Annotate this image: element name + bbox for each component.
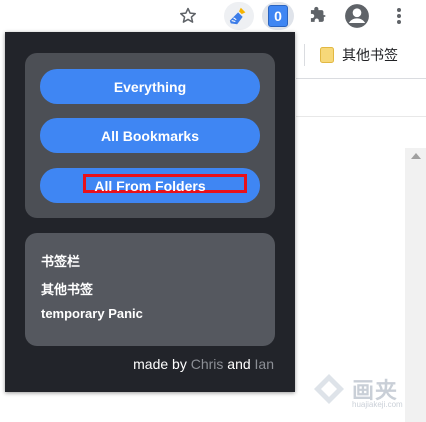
bookmark-star-icon[interactable] bbox=[175, 4, 201, 28]
bookmarks-bar-divider bbox=[304, 44, 305, 66]
folder-icon bbox=[320, 47, 334, 63]
page-scrollbar[interactable] bbox=[405, 148, 426, 422]
extension-badge: 0 bbox=[268, 5, 288, 27]
bookmark-folder-label: 其他书签 bbox=[342, 47, 398, 63]
credits-conjunction: and bbox=[223, 356, 255, 372]
folder-item[interactable]: temporary Panic bbox=[41, 306, 143, 321]
folder-list-panel: 书签栏 其他书签 temporary Panic bbox=[25, 233, 275, 346]
extensions-puzzle-icon[interactable] bbox=[305, 4, 331, 28]
broom-extension-icon[interactable] bbox=[224, 2, 254, 30]
bookmark-folder-other[interactable]: 其他书签 bbox=[320, 45, 398, 65]
all-bookmarks-button[interactable]: All Bookmarks bbox=[40, 118, 260, 153]
author-chris-link[interactable]: Chris bbox=[191, 356, 224, 372]
browser-toolbar: 0 bbox=[0, 0, 426, 32]
everything-button[interactable]: Everything bbox=[40, 69, 260, 104]
folder-item[interactable]: 其他书签 bbox=[41, 279, 93, 298]
all-from-folders-label: All From Folders bbox=[94, 177, 206, 194]
all-from-folders-button[interactable]: All From Folders bbox=[40, 168, 260, 203]
page-divider bbox=[296, 116, 426, 117]
folder-item[interactable]: 书签栏 bbox=[41, 251, 80, 270]
author-ian-link[interactable]: Ian bbox=[255, 356, 274, 372]
watermark: 画夹 huajiakeji.com bbox=[312, 372, 403, 409]
more-menu-icon[interactable] bbox=[386, 4, 412, 28]
watermark-logo-icon bbox=[314, 374, 344, 404]
action-button-panel: Everything All Bookmarks All From Folder… bbox=[25, 53, 275, 218]
profile-avatar-icon[interactable] bbox=[344, 4, 370, 28]
credits-line: made by Chris and Ian bbox=[133, 356, 274, 372]
watermark-subtext: huajiakeji.com bbox=[352, 400, 403, 409]
bookmark-extension-icon[interactable]: 0 bbox=[262, 2, 294, 30]
extension-popup: Everything All Bookmarks All From Folder… bbox=[5, 32, 295, 392]
credits-prefix: made by bbox=[133, 356, 191, 372]
scroll-up-arrow-icon[interactable] bbox=[411, 153, 421, 159]
